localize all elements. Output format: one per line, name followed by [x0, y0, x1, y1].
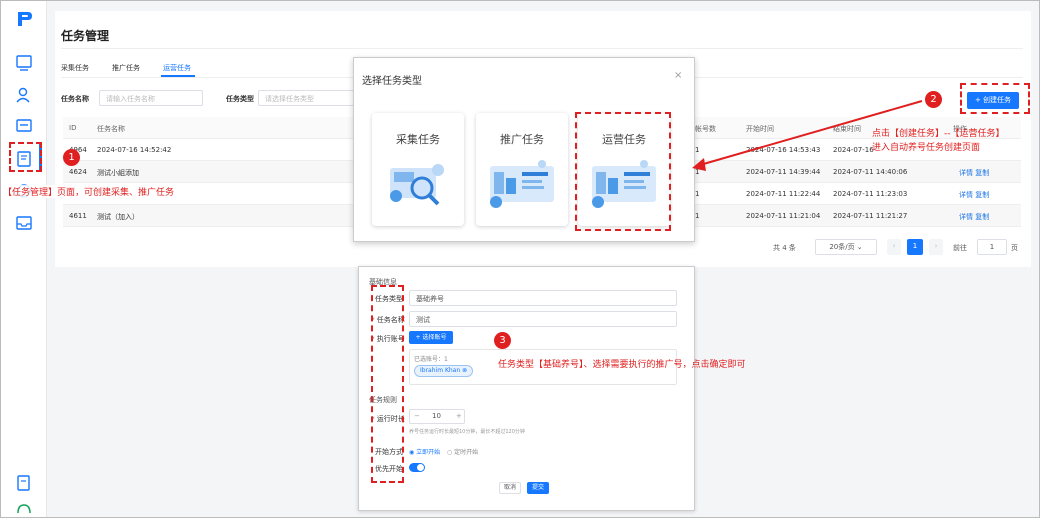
annotation-arrow [692, 100, 923, 171]
